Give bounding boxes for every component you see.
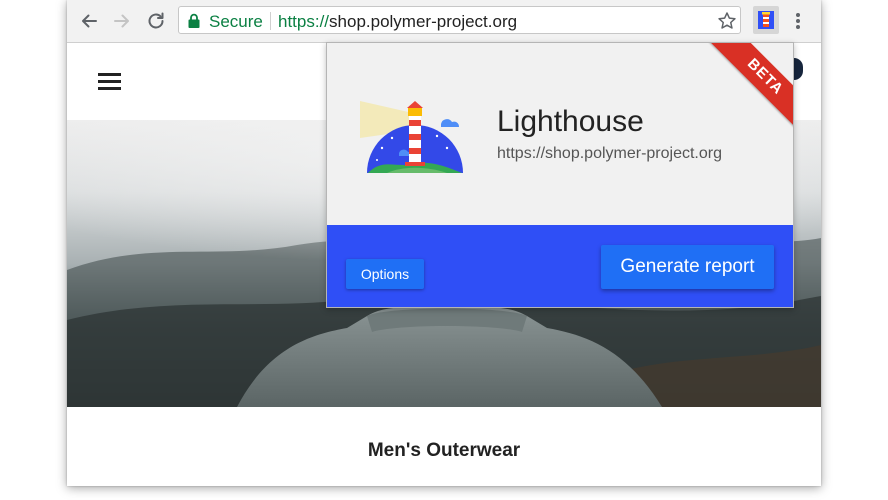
lighthouse-popup: BETA Lighthouse https://shop.polymer-pro… xyxy=(326,42,794,308)
url-scheme: https:// xyxy=(278,12,330,31)
url-text[interactable]: https://shop.polymer-project.org xyxy=(278,12,517,32)
bookmark-star-icon[interactable] xyxy=(717,11,737,31)
forward-arrow-icon[interactable] xyxy=(109,8,135,34)
omnibox-divider xyxy=(270,12,271,30)
beta-ribbon: BETA xyxy=(698,43,793,144)
lighthouse-logo-icon xyxy=(360,101,463,173)
secure-label: Secure xyxy=(209,12,263,31)
lighthouse-extension-icon[interactable] xyxy=(753,6,779,34)
browser-toolbar: Secure https://shop.polymer-project.org xyxy=(67,0,821,43)
popup-footer: Options Generate report xyxy=(327,225,793,307)
popup-title: Lighthouse xyxy=(497,105,644,138)
lock-icon xyxy=(188,13,200,28)
more-vert-icon[interactable] xyxy=(791,8,805,34)
address-bar[interactable]: Secure https://shop.polymer-project.org xyxy=(178,6,741,34)
options-button[interactable]: Options xyxy=(346,259,424,289)
category-title: Men's Outerwear xyxy=(367,440,521,461)
reload-icon[interactable] xyxy=(143,8,169,34)
generate-report-button[interactable]: Generate report xyxy=(601,245,774,289)
hamburger-menu-icon[interactable] xyxy=(98,73,122,91)
popup-url: https://shop.polymer-project.org xyxy=(497,145,722,162)
browser-window: Secure https://shop.polymer-project.org xyxy=(67,0,821,486)
back-arrow-icon[interactable] xyxy=(76,8,102,34)
url-host: shop.polymer-project.org xyxy=(329,12,518,31)
